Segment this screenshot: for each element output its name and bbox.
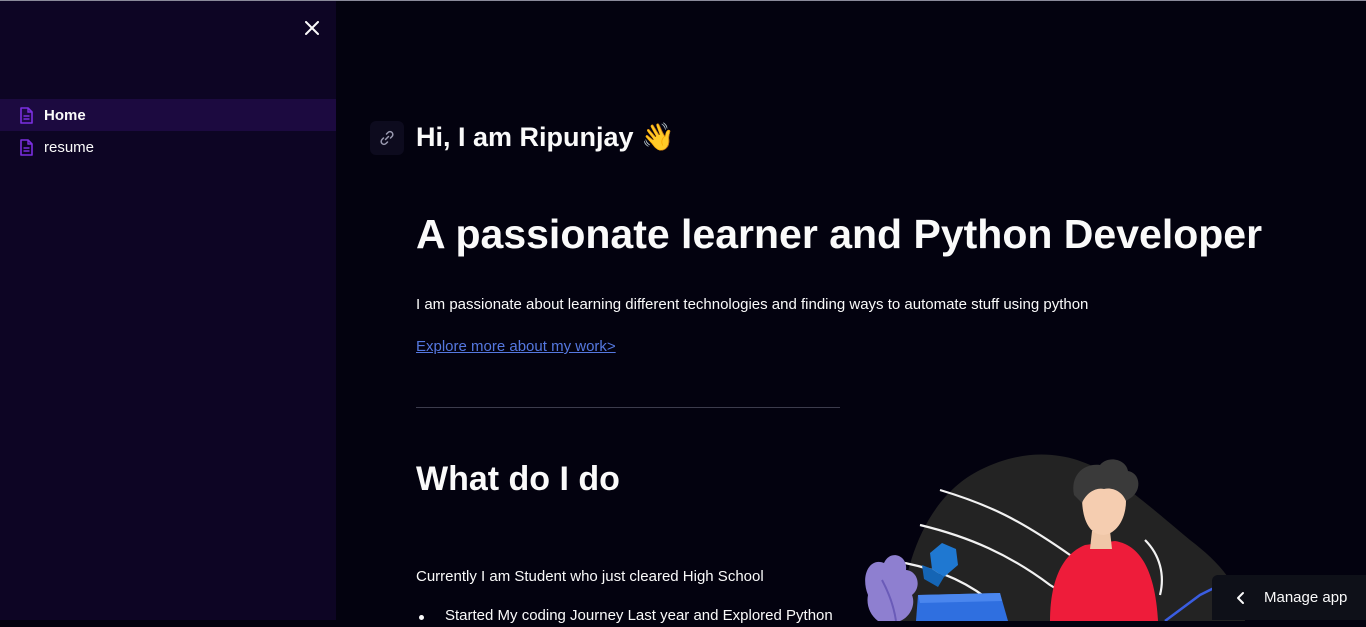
document-icon: [19, 106, 33, 124]
close-sidebar-button[interactable]: [300, 16, 324, 40]
manage-app-label: Manage app: [1264, 589, 1348, 606]
sidebar-item-label: Home: [44, 106, 86, 124]
link-icon: [380, 130, 394, 146]
intro-text: I am passionate about learning different…: [416, 296, 1089, 313]
list-item: Started My coding Journey Last year and …: [416, 605, 833, 627]
chevron-left-icon: [1234, 591, 1248, 605]
waving-hand-emoji: 👋: [641, 122, 675, 153]
sidebar-item-label: resume: [44, 138, 95, 156]
manage-app-button[interactable]: Manage app: [1212, 575, 1366, 620]
greeting-text: Hi, I am Ripunjay: [416, 122, 634, 152]
heading-anchor-link[interactable]: [370, 121, 404, 155]
close-icon: [305, 21, 319, 35]
section-divider: [416, 407, 840, 408]
sidebar-nav: Home resume: [0, 99, 336, 163]
explore-work-link[interactable]: Explore more about my work>: [416, 336, 616, 358]
sidebar-item-home[interactable]: Home: [0, 99, 336, 131]
document-icon: [19, 138, 33, 156]
sidebar-item-resume[interactable]: resume: [0, 131, 336, 163]
bullet-list: Started My coding Journey Last year and …: [416, 605, 833, 627]
status-text: Currently I am Student who just cleared …: [416, 568, 764, 585]
main-content: Hi, I am Ripunjay 👋 A passionate learner…: [336, 1, 1366, 624]
sidebar: Home resume: [0, 1, 336, 620]
greeting-heading: Hi, I am Ripunjay 👋: [416, 119, 675, 156]
developer-illustration: [860, 445, 1260, 623]
section-title: What do I do: [416, 460, 620, 498]
page-title: A passionate learner and Python Develope…: [416, 211, 1263, 257]
